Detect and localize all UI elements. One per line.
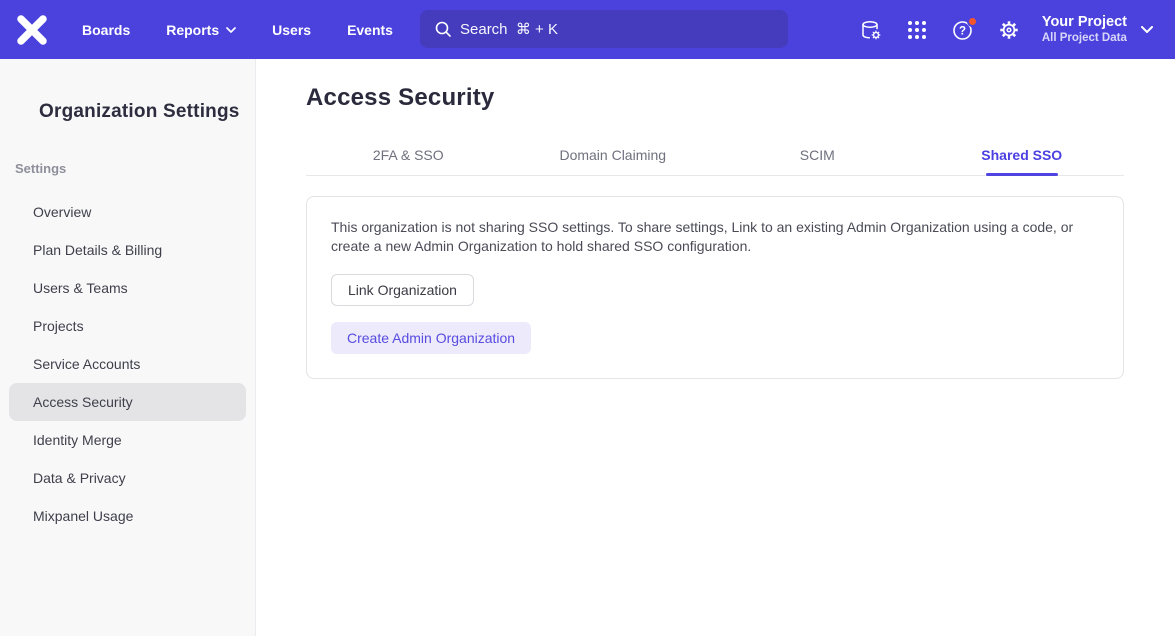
shared-sso-description: This organization is not sharing SSO set… bbox=[331, 218, 1091, 256]
project-scope: All Project Data bbox=[1042, 31, 1127, 45]
chevron-down-icon bbox=[1141, 26, 1153, 33]
tab-bar: 2FA & SSO Domain Claiming SCIM Shared SS… bbox=[306, 135, 1124, 176]
nav-item-reports[interactable]: Reports bbox=[166, 22, 236, 38]
sidebar-item-service-accounts[interactable]: Service Accounts bbox=[9, 345, 246, 383]
tab-shared-sso[interactable]: Shared SSO bbox=[920, 135, 1125, 175]
help-icon[interactable]: ? bbox=[947, 14, 979, 46]
search-icon bbox=[434, 20, 452, 38]
sidebar-item-users-teams[interactable]: Users & Teams bbox=[9, 269, 246, 307]
sidebar-item-access-security[interactable]: Access Security bbox=[9, 383, 246, 421]
tab-2fa-sso[interactable]: 2FA & SSO bbox=[306, 135, 511, 175]
project-name: Your Project bbox=[1042, 13, 1127, 31]
apps-grid-icon[interactable] bbox=[901, 14, 933, 46]
sidebar-item-overview[interactable]: Overview bbox=[9, 193, 246, 231]
nav-item-events[interactable]: Events bbox=[347, 22, 393, 38]
sidebar-item-plan-details-billing[interactable]: Plan Details & Billing bbox=[9, 231, 246, 269]
sidebar-title: Organization Settings bbox=[0, 101, 255, 123]
primary-nav: Boards Reports Users Events bbox=[82, 22, 393, 38]
sidebar-item-data-privacy[interactable]: Data & Privacy bbox=[9, 459, 246, 497]
notification-badge bbox=[967, 16, 978, 27]
shared-sso-card: This organization is not sharing SSO set… bbox=[306, 196, 1124, 379]
chevron-down-icon bbox=[226, 27, 236, 33]
data-management-icon[interactable] bbox=[855, 14, 887, 46]
create-admin-organization-button[interactable]: Create Admin Organization bbox=[331, 322, 531, 354]
settings-sidebar: Organization Settings Settings Overview … bbox=[0, 59, 256, 636]
search-input[interactable] bbox=[460, 21, 760, 38]
project-selector[interactable]: Your Project All Project Data bbox=[1042, 13, 1159, 46]
nav-item-users[interactable]: Users bbox=[272, 22, 311, 38]
svg-text:?: ? bbox=[959, 25, 966, 37]
active-tab-underline bbox=[986, 173, 1058, 176]
sidebar-item-mixpanel-usage[interactable]: Mixpanel Usage bbox=[9, 497, 246, 535]
sidebar-item-identity-merge[interactable]: Identity Merge bbox=[9, 421, 246, 459]
nav-right-group: ? Your Pr bbox=[848, 0, 1159, 59]
link-organization-button[interactable]: Link Organization bbox=[331, 274, 474, 306]
sidebar-section-label: Settings bbox=[0, 161, 255, 176]
tab-domain-claiming[interactable]: Domain Claiming bbox=[511, 135, 716, 175]
tab-scim[interactable]: SCIM bbox=[715, 135, 920, 175]
top-nav: Boards Reports Users Events bbox=[0, 0, 1175, 59]
nav-item-boards[interactable]: Boards bbox=[82, 22, 130, 38]
tab-shared-sso-label: Shared SSO bbox=[981, 147, 1062, 163]
sidebar-item-projects[interactable]: Projects bbox=[9, 307, 246, 345]
sidebar-items: Overview Plan Details & Billing Users & … bbox=[0, 193, 255, 535]
main-content: Access Security 2FA & SSO Domain Claimin… bbox=[256, 59, 1175, 636]
page-title: Access Security bbox=[306, 84, 1124, 112]
settings-gear-icon[interactable] bbox=[993, 14, 1025, 46]
mixpanel-logo-icon[interactable] bbox=[15, 15, 49, 45]
nav-item-reports-label: Reports bbox=[166, 22, 219, 38]
search-bar[interactable] bbox=[420, 10, 788, 48]
